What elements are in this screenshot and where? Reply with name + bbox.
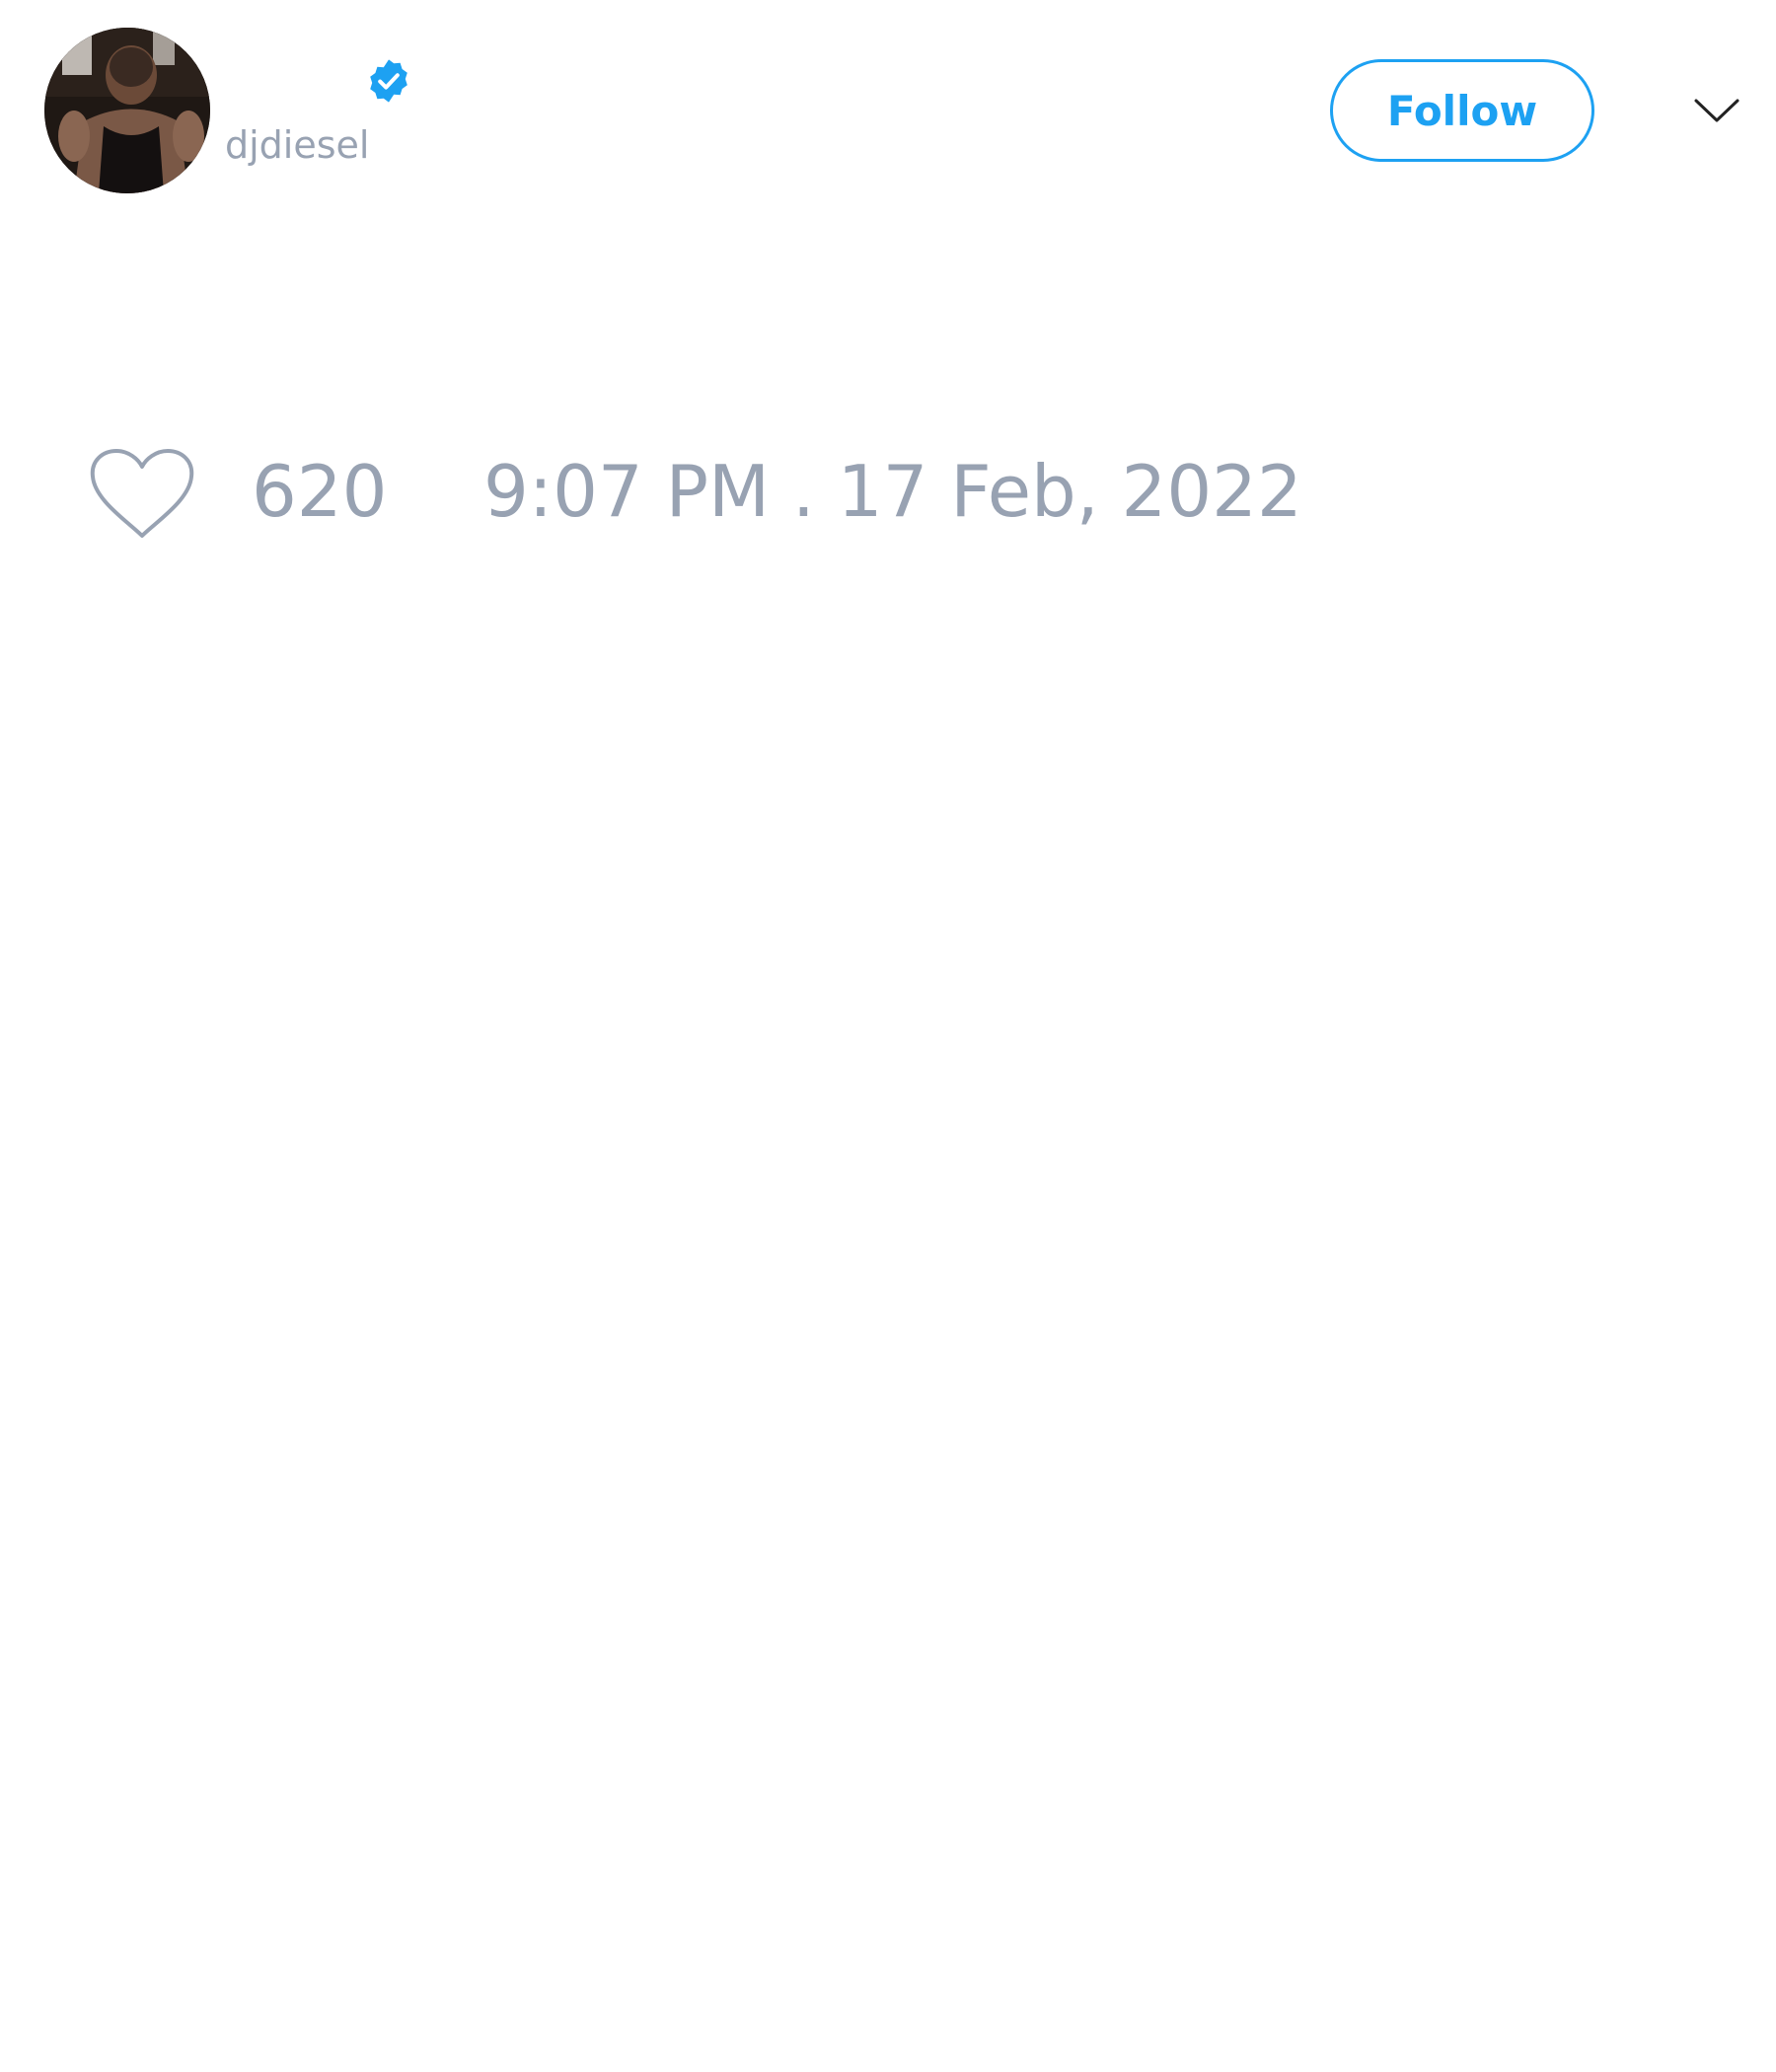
tweet-timestamp[interactable]: 9:07 PM . 17 Feb, 2022	[483, 456, 1302, 527]
chevron-down-icon[interactable]	[1693, 91, 1740, 130]
like-count: 620	[252, 450, 388, 533]
avatar[interactable]	[44, 28, 210, 193]
verified-badge-icon	[370, 59, 407, 103]
heart-icon[interactable]	[89, 447, 195, 542]
follow-button[interactable]: Follow	[1330, 59, 1594, 162]
avatar-image	[44, 28, 210, 193]
author-handle[interactable]: djdiesel	[225, 126, 369, 164]
